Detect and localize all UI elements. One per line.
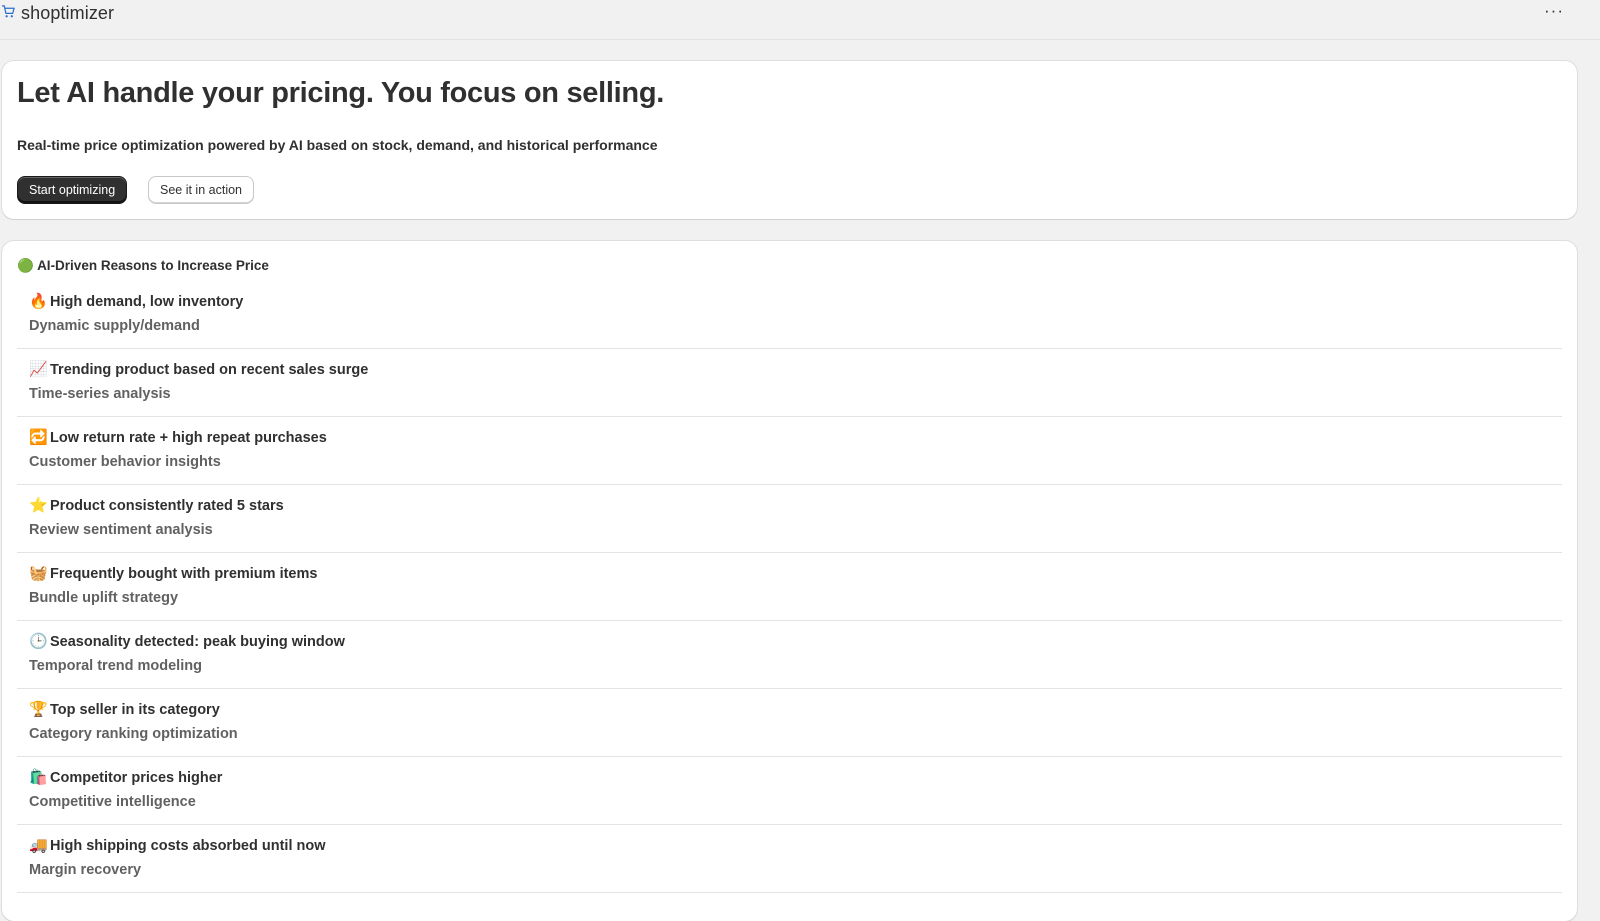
section-heading: 🟢 AI-Driven Reasons to Increase Price	[17, 258, 269, 274]
reasons-card: 🟢 AI-Driven Reasons to Increase Price 🔥 H…	[2, 241, 1577, 921]
list-item-subtitle: Competitive intelligence	[29, 794, 196, 810]
top-bar: shoptimizer ···	[0, 0, 1600, 40]
chart-increasing-icon: 📈	[29, 361, 48, 378]
shopping-cart-icon	[1, 5, 15, 18]
list-item: 📈 Trending product based on recent sales …	[17, 349, 1562, 417]
list-item-subtitle: Customer behavior insights	[29, 454, 221, 470]
trophy-icon: 🏆	[29, 701, 48, 718]
green-circle-icon: 🟢	[17, 258, 34, 273]
list-item-title: Low return rate + high repeat purchases	[50, 430, 327, 446]
list-item: 🔥 High demand, low inventory Dynamic supp…	[17, 281, 1562, 349]
list-item: 🛍️ Competitor prices higher Competitive i…	[17, 757, 1562, 825]
repeat-icon: 🔁	[29, 429, 48, 446]
list-item-title: High shipping costs absorbed until now	[50, 838, 326, 854]
reasons-list: 🔥 High demand, low inventory Dynamic supp…	[17, 281, 1562, 893]
list-item-title: High demand, low inventory	[50, 294, 244, 310]
list-item: 🚚 High shipping costs absorbed until now …	[17, 825, 1562, 893]
page-title: Let AI handle your pricing. You focus on…	[17, 77, 664, 109]
list-item: ⭐ Product consistently rated 5 stars Revi…	[17, 485, 1562, 553]
list-item: 🏆 Top seller in its category Category ran…	[17, 689, 1562, 757]
list-item-subtitle: Time-series analysis	[29, 386, 171, 402]
list-item-title: Frequently bought with premium items	[50, 566, 318, 582]
app-name: shoptimizer	[21, 3, 115, 23]
list-item-subtitle: Category ranking optimization	[29, 726, 238, 742]
list-item: 🔁 Low return rate + high repeat purchases…	[17, 417, 1562, 485]
see-it-in-action-button[interactable]: See it in action	[148, 176, 254, 204]
hero-subtitle: Real-time price optimization powered by …	[17, 137, 658, 153]
list-item-subtitle: Dynamic supply/demand	[29, 318, 200, 334]
section-heading-label: AI-Driven Reasons to Increase Price	[37, 258, 269, 273]
clock-icon: 🕒	[29, 633, 48, 650]
list-item-subtitle: Review sentiment analysis	[29, 522, 213, 538]
list-item-title: Trending product based on recent sales s…	[50, 362, 369, 378]
list-item: 🧺 Frequently bought with premium items Bu…	[17, 553, 1562, 621]
ellipsis-icon: ···	[1544, 1, 1564, 20]
hero-card: Let AI handle your pricing. You focus on…	[2, 61, 1577, 219]
list-item-subtitle: Margin recovery	[29, 862, 142, 878]
fire-icon: 🔥	[29, 293, 48, 310]
star-icon: ⭐	[29, 497, 48, 514]
list-item-subtitle: Temporal trend modeling	[29, 658, 202, 674]
delivery-truck-icon: 🚚	[29, 837, 48, 854]
basket-icon: 🧺	[29, 565, 48, 582]
more-actions-button[interactable]: ···	[1541, 1, 1567, 23]
list-item-subtitle: Bundle uplift strategy	[29, 590, 179, 606]
start-optimizing-button[interactable]: Start optimizing	[17, 176, 128, 204]
list-item-title: Top seller in its category	[50, 702, 220, 718]
list-item-title: Seasonality detected: peak buying window	[50, 634, 345, 650]
list-item-title: Competitor prices higher	[50, 770, 223, 786]
list-item-title: Product consistently rated 5 stars	[50, 498, 284, 514]
list-item: 🕒 Seasonality detected: peak buying windo…	[17, 621, 1562, 689]
shopping-bags-icon: 🛍️	[29, 769, 48, 786]
